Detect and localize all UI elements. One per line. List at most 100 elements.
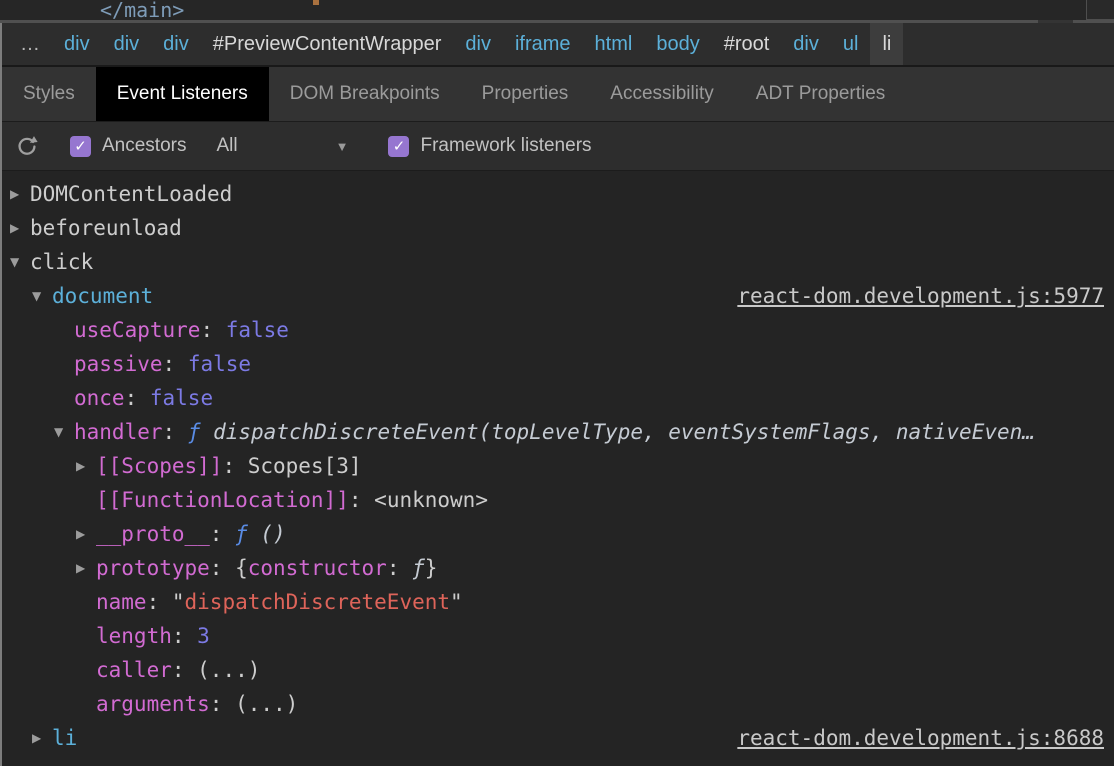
tree-text-node: li	[52, 726, 78, 750]
ancestors-label: Ancestors	[102, 135, 187, 156]
listener-category-value: All	[216, 135, 238, 156]
tree-text-prop: constructor	[247, 556, 387, 580]
disclosure-triangle-icon[interactable]: ▼	[10, 255, 30, 269]
disclosure-triangle-icon[interactable]: ▶	[76, 459, 96, 473]
horizontal-scrollbar-thumb[interactable]	[1038, 20, 1073, 23]
tree-row[interactable]: ▶ beforeunload	[2, 211, 1114, 245]
tab-adt-properties[interactable]: ADT Properties	[735, 67, 907, 121]
breadcrumb-item-previewcontentwrapper[interactable]: #PreviewContentWrapper	[201, 23, 454, 65]
breadcrumb-item-div[interactable]: div	[781, 23, 831, 65]
tree-text-plain: :	[171, 658, 198, 682]
tree-text-sig: dispatchDiscreteEvent(topLevelType, even…	[213, 420, 1035, 444]
tree-text-plain: :	[124, 386, 150, 410]
checkmark-icon: ✓	[74, 137, 87, 155]
tree-text-prop: name	[96, 590, 147, 614]
tree-text-plain: :	[171, 624, 198, 648]
tree-row[interactable]: useCapture: false	[2, 313, 1114, 347]
tree-text-plain: DOMContentLoaded	[30, 182, 233, 206]
tree-text-plain: :	[209, 692, 236, 716]
tree-text-plain: beforeunload	[30, 216, 182, 240]
tree-text-prop: handler	[74, 420, 163, 444]
tree-row[interactable]: ▶ prototype: {constructor: ƒ}	[2, 551, 1114, 585]
tree-row[interactable]: [[FunctionLocation]]: <unknown>	[2, 483, 1114, 517]
horizontal-scrollbar[interactable]	[0, 20, 1114, 23]
tree-row[interactable]: ▼ handler: ƒ dispatchDiscreteEvent(topLev…	[2, 415, 1114, 449]
tree-text-plain: click	[30, 250, 94, 274]
tree-text-prop: __proto__	[96, 522, 210, 546]
sidebar-tabbar: Styles Event Listeners DOM Breakpoints Prop…	[2, 67, 1114, 122]
breadcrumb-item-iframe[interactable]: iframe	[503, 23, 583, 65]
tab-dom-breakpoints[interactable]: DOM Breakpoints	[269, 67, 461, 121]
tab-event-listeners[interactable]: Event Listeners	[95, 67, 269, 121]
breadcrumb-item-body[interactable]: body	[644, 23, 711, 65]
tree-text-plain: <unknown>	[374, 488, 488, 512]
tree-row[interactable]: once: false	[2, 381, 1114, 415]
disclosure-triangle-icon[interactable]: ▶	[10, 221, 30, 235]
scroll-marker	[313, 0, 319, 5]
disclosure-triangle-icon[interactable]: ▼	[54, 425, 74, 439]
source-location-link[interactable]: react-dom.development.js:5977	[737, 284, 1104, 308]
disclosure-triangle-icon[interactable]: ▶	[32, 731, 52, 745]
tree-text-plain: :	[162, 420, 188, 444]
tree-row[interactable]: ▶ DOMContentLoaded	[2, 177, 1114, 211]
tree-row[interactable]: name: " dispatchDiscreteEvent "	[2, 585, 1114, 619]
breadcrumb-item-html[interactable]: html	[583, 23, 645, 65]
breadcrumb-item-div[interactable]: div	[151, 23, 201, 65]
tree-text-fn: ƒ	[187, 420, 214, 444]
tree-text-prop: useCapture	[74, 318, 201, 342]
breadcrumb-item-ul[interactable]: ul	[831, 23, 871, 65]
disclosure-triangle-icon[interactable]: ▶	[76, 527, 96, 541]
refresh-icon[interactable]	[16, 135, 38, 157]
breadcrumb-item-div[interactable]: div	[453, 23, 503, 65]
disclosure-triangle-icon[interactable]: ▶	[10, 187, 30, 201]
checkmark-icon: ✓	[392, 137, 406, 155]
tab-styles[interactable]: Styles	[2, 67, 96, 121]
tree-text-plain: : "	[146, 590, 185, 614]
breadcrumb-item-div[interactable]: div	[52, 23, 102, 65]
listener-category-select[interactable]: All ▼	[216, 135, 348, 157]
tree-text-sig: ƒ	[412, 556, 425, 580]
tree-row[interactable]: passive: false	[2, 347, 1114, 381]
tab-accessibility[interactable]: Accessibility	[589, 67, 734, 121]
tree-text-num: false	[187, 352, 252, 376]
tree-text-plain: Scopes[3]	[247, 454, 362, 478]
tree-row[interactable]: ▶ __proto__: ƒ ()	[2, 517, 1114, 551]
tree-row[interactable]: ▶ [[Scopes]]: Scopes[3]	[2, 449, 1114, 483]
ancestors-checkbox[interactable]: ✓	[70, 135, 91, 157]
tree-text-plain: :	[222, 454, 248, 478]
event-listeners-toolbar: ✓ Ancestors All ▼ ✓ Framework listeners	[2, 122, 1114, 171]
tree-text-plain: (...)	[235, 692, 299, 716]
tree-text-prop: passive	[74, 352, 163, 376]
framework-listeners-checkbox[interactable]: ✓	[388, 135, 410, 157]
tree-text-plain: "	[450, 590, 463, 614]
tree-text-prop: [[Scopes]]	[96, 454, 223, 478]
breadcrumb-item-root[interactable]: #root	[712, 23, 782, 65]
breadcrumb-item-div[interactable]: div	[102, 23, 152, 65]
tree-text-prop: caller	[96, 658, 172, 682]
tree-text-num: false	[225, 318, 289, 342]
tree-text-node: document	[52, 284, 154, 308]
event-listeners-tree: ▶ DOMContentLoaded ▶ beforeunload ▼ click ▼ doc…	[2, 171, 1114, 766]
tree-row[interactable]: ▼ document react-dom.development.js:5977	[2, 279, 1114, 313]
tree-text-prop: arguments	[96, 692, 210, 716]
source-location-link[interactable]: react-dom.development.js:8688	[737, 726, 1104, 750]
tree-row[interactable]: length: 3	[2, 619, 1114, 653]
devtools-sidebar-panel: </main> … div div div #PreviewContentWrapper…	[0, 0, 1114, 766]
tree-row[interactable]: arguments: (...)	[2, 687, 1114, 721]
tree-text-prop: length	[96, 624, 172, 648]
breadcrumb-item-li[interactable]: li	[870, 23, 904, 65]
tab-properties[interactable]: Properties	[461, 67, 590, 121]
breadcrumb: … div div div #PreviewContentWrapper div ifram…	[2, 23, 1114, 67]
disclosure-triangle-icon[interactable]: ▼	[32, 289, 52, 303]
tree-row[interactable]: ▶ li react-dom.development.js:8688	[2, 721, 1114, 755]
disclosure-triangle-icon[interactable]: ▶	[76, 561, 96, 575]
tree-text-plain: :	[209, 522, 236, 546]
tree-row[interactable]: caller: (...)	[2, 653, 1114, 687]
tree-text-plain: :	[200, 318, 226, 342]
breadcrumb-item-more[interactable]: …	[8, 23, 52, 65]
framework-listeners-label: Framework listeners	[420, 135, 592, 156]
scrollbar-corner	[1086, 0, 1114, 20]
tree-row[interactable]: ▼ click	[2, 245, 1114, 279]
tree-text-str: dispatchDiscreteEvent	[184, 590, 451, 614]
tree-text-fn: ƒ	[235, 522, 261, 546]
